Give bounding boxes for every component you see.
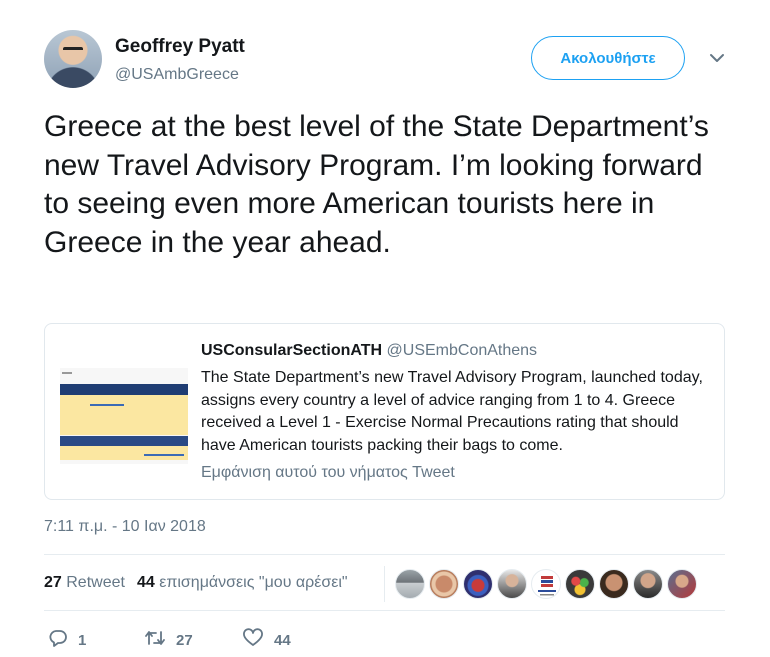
retweets-count: 27	[44, 574, 62, 591]
like-button[interactable]: 44	[242, 628, 291, 652]
divider	[44, 610, 725, 611]
author-avatar[interactable]	[44, 30, 102, 88]
likes-stat[interactable]: 44 επισημάνσεις "μου αρέσει"	[137, 574, 348, 591]
liker-avatar[interactable]	[395, 569, 425, 599]
reply-button[interactable]: 1	[48, 628, 86, 652]
reply-icon	[48, 628, 78, 652]
show-thread-link[interactable]: Εμφάνιση αυτού του νήματος Tweet	[201, 464, 455, 482]
liker-avatar[interactable]	[531, 569, 561, 599]
author-name[interactable]: Geoffrey Pyatt	[115, 36, 245, 58]
retweet-button[interactable]: 27	[144, 628, 193, 652]
follow-button[interactable]: Ακολουθήστε	[531, 36, 685, 80]
quoted-tweet-image	[60, 368, 188, 464]
liker-avatar[interactable]	[463, 569, 493, 599]
retweet-icon	[144, 628, 176, 652]
tweet-stats: 27 Retweet 44 επισημάνσεις "μου αρέσει"	[44, 574, 348, 592]
retweets-label: Retweet	[66, 574, 125, 591]
tweet-timestamp[interactable]: 7:11 π.μ. - 10 Ιαν 2018	[44, 518, 206, 536]
retweet-count: 27	[176, 631, 193, 649]
quoted-tweet-header: USConsularSectionATH @USEmbConAthens	[201, 342, 537, 360]
reply-count: 1	[78, 631, 87, 649]
liker-avatar[interactable]	[565, 569, 595, 599]
quoted-author-handle: @USEmbConAthens	[386, 342, 538, 359]
quoted-author-name: USConsularSectionATH	[201, 342, 383, 359]
heart-icon	[242, 628, 274, 652]
tweet-header: Geoffrey Pyatt @USAmbGreece Ακολουθήστε	[44, 30, 734, 90]
divider	[384, 566, 385, 602]
quoted-tweet[interactable]: USConsularSectionATH @USEmbConAthens The…	[44, 323, 725, 500]
liker-avatar[interactable]	[497, 569, 527, 599]
quoted-tweet-text: The State Department’s new Travel Adviso…	[201, 369, 703, 454]
liker-avatar[interactable]	[429, 569, 459, 599]
likes-count: 44	[136, 574, 155, 591]
retweets-stat[interactable]: 27 Retweet	[44, 574, 125, 591]
liker-avatar[interactable]	[633, 569, 663, 599]
liker-avatar[interactable]	[599, 569, 629, 599]
likes-label: επισημάνσεις "μου αρέσει"	[159, 574, 348, 591]
liker-avatar[interactable]	[667, 569, 697, 599]
author-handle[interactable]: @USAmbGreece	[115, 66, 239, 84]
chevron-down-icon[interactable]	[707, 48, 727, 68]
like-count: 44	[274, 631, 291, 649]
tweet-text: Greece at the best level of the State De…	[44, 110, 709, 259]
divider	[44, 554, 725, 555]
